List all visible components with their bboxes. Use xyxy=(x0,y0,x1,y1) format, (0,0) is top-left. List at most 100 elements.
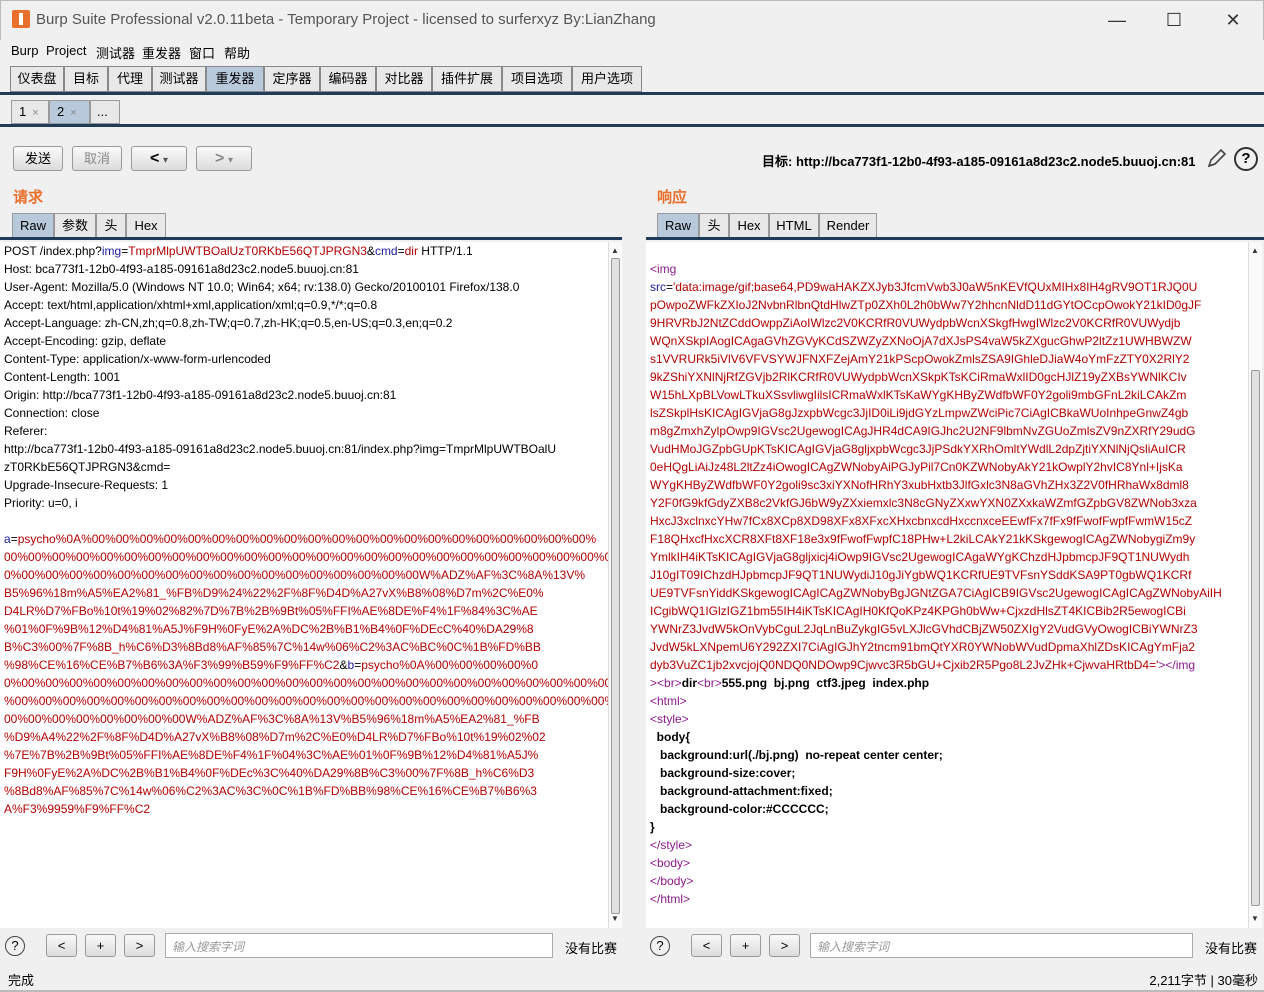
response-scroll-thumb[interactable] xyxy=(1251,370,1260,906)
request-line: 0%00%00%00%00%00%00%00%00%00%00%00%00%00… xyxy=(4,674,608,692)
response-editor[interactable]: <img src='data:image/gif;base64,PD9waHAKZ… xyxy=(646,242,1248,928)
request-tab-headers[interactable]: 头 xyxy=(96,213,126,238)
send-button[interactable]: 发送 xyxy=(13,146,63,171)
request-token: dir xyxy=(404,244,418,258)
tab-user-options[interactable]: 用户选项 xyxy=(572,66,642,92)
request-token: %D9%A4%22%2F%8F%D4D%A27vX%B8%08%D7m%2C%E… xyxy=(4,730,546,744)
response-tab-render[interactable]: Render xyxy=(819,213,877,238)
scroll-down-icon[interactable]: ▼ xyxy=(611,914,619,923)
response-token: W15hLXpBLVowLTkuXSsvliwgIilsICRmaWxlKTsK… xyxy=(650,388,1187,402)
response-line: WYgKHByZWdfbWF0Y2goli9sc3xiYXNofHRhY3xub… xyxy=(650,476,1248,494)
request-line: B%C3%00%7F%8B_h%C6%D3%8Bd8%AF%85%7C%14w%… xyxy=(4,638,608,656)
maximize-button[interactable]: ☐ xyxy=(1151,6,1197,34)
response-line: dyb3VuZC1jb2xvcjojQ0NDQ0NDOwp9Cjwvc3R5bG… xyxy=(650,656,1248,674)
tab-dashboard[interactable]: 仪表盘 xyxy=(10,66,64,92)
response-tab-html[interactable]: HTML xyxy=(769,213,819,238)
dropdown-icon[interactable]: ▾ xyxy=(228,155,233,166)
request-line: B5%96%18m%A5%EA2%81_%FB%D9%24%22%2F%8F%D… xyxy=(4,584,608,602)
response-tab-raw[interactable]: Raw xyxy=(657,213,699,238)
request-token: 0%00%00%00%00%00%00%00%00%00%00%00%00%00… xyxy=(4,568,586,582)
tab-intruder[interactable]: 测试器 xyxy=(152,66,206,92)
response-search-next-button[interactable]: > xyxy=(769,934,800,957)
close-tab-icon[interactable]: × xyxy=(70,107,76,119)
request-editor[interactable]: POST /index.php?img = TmprMlpUWTBOalUzT0RK… xyxy=(0,242,608,928)
response-line: JvdW5kLXNpemU6Y292ZXI7CiAgIGJhY2tncm91bm… xyxy=(650,638,1248,656)
tab-proxy[interactable]: 代理 xyxy=(108,66,152,92)
request-token: POST /index.php? xyxy=(4,244,102,258)
request-scrollbar[interactable]: ▲ ▼ xyxy=(608,242,622,928)
close-button[interactable]: ✕ xyxy=(1210,6,1256,34)
response-token: JvdW5kLXNpemU6Y292ZXI7CiAgIGJhY2tncm91bm… xyxy=(650,640,1196,654)
request-token: cmd xyxy=(374,244,398,258)
request-help-icon[interactable]: ? xyxy=(5,936,25,956)
response-search-input[interactable]: 输入搜索字词 xyxy=(810,933,1193,958)
request-line: Accept-Encoding: gzip, deflate xyxy=(4,332,608,350)
request-token: Accept: text/html,application/xhtml+xml,… xyxy=(4,298,378,312)
forward-button[interactable]: > ▾ xyxy=(196,146,252,171)
request-title: 请求 xyxy=(13,189,44,206)
response-line: <img xyxy=(650,260,1248,278)
back-button[interactable]: < ▾ xyxy=(131,146,187,171)
minimize-button[interactable]: — xyxy=(1094,6,1140,34)
response-line: } xyxy=(650,818,1248,836)
response-line: WQnXSkpIAogICAgaGVhZGVyKCdSZWZyZXNoOjA7d… xyxy=(650,332,1248,350)
panel-splitter[interactable] xyxy=(632,176,638,966)
request-search-input[interactable]: 输入搜索字词 xyxy=(165,933,553,958)
response-line xyxy=(650,242,1248,260)
response-tab-hex[interactable]: Hex xyxy=(729,213,769,238)
repeater-tab-1[interactable]: 1 × xyxy=(11,100,49,124)
response-token: body{ xyxy=(650,730,691,744)
scroll-up-icon[interactable]: ▲ xyxy=(1251,246,1259,255)
request-search-prev-button[interactable]: < xyxy=(46,934,77,957)
response-search-prev-button[interactable]: < xyxy=(691,934,722,957)
response-token: <br> xyxy=(697,676,722,690)
response-help-icon[interactable]: ? xyxy=(650,936,670,956)
response-token: 9HRVRbJ2NtZCddOwppZiAoIWlzc2V0KCRfR0VUWy… xyxy=(650,316,1181,330)
menu-burp[interactable]: Burp xyxy=(11,43,38,58)
tab-target[interactable]: 目标 xyxy=(64,66,108,92)
request-token: Upgrade-Insecure-Requests: 1 xyxy=(4,478,169,492)
request-line: A%F3%9959%F9%FF%C2 xyxy=(4,800,608,818)
response-search-add-button[interactable]: + xyxy=(730,934,761,957)
response-tabs-divider xyxy=(646,237,1264,240)
scroll-down-icon[interactable]: ▼ xyxy=(1251,914,1259,923)
request-search-add-button[interactable]: + xyxy=(85,934,116,957)
close-tab-icon[interactable]: × xyxy=(32,107,38,119)
request-token: 00%00%00%00%00%00%00%00%00%00%00%00%00%0… xyxy=(4,550,608,564)
menu-intruder[interactable]: 测试器 xyxy=(96,43,135,62)
request-scroll-thumb[interactable] xyxy=(611,258,620,914)
request-tab-raw[interactable]: Raw xyxy=(12,213,54,238)
tab-extender[interactable]: 插件扩展 xyxy=(432,66,502,92)
menu-help[interactable]: 帮助 xyxy=(224,43,250,62)
request-tab-params[interactable]: 参数 xyxy=(54,213,96,238)
menu-repeater[interactable]: 重发器 xyxy=(142,43,181,62)
repeater-tab-label: 2 xyxy=(57,104,65,119)
cancel-button[interactable]: 取消 xyxy=(72,146,122,171)
scroll-up-icon[interactable]: ▲ xyxy=(611,246,619,255)
tab-repeater[interactable]: 重发器 xyxy=(206,66,264,92)
response-line: body{ xyxy=(650,728,1248,746)
menu-window[interactable]: 窗口 xyxy=(189,43,215,62)
tab-decoder[interactable]: 编码器 xyxy=(320,66,376,92)
edit-target-icon[interactable] xyxy=(1206,147,1228,169)
menu-project[interactable]: Project xyxy=(46,43,86,58)
response-token: dyb3VuZC1jb2xvcjojQ0NDQ0NDOwp9Cjwvc3R5bG… xyxy=(650,658,1159,672)
request-token: B5%96%18m%A5%EA2%81_%FB%D9%24%22%2F%8F%D… xyxy=(4,586,544,600)
response-line: YmlkIH4iKTsKICAgIGVjaG8gljxicj4iOwp9IGVs… xyxy=(650,548,1248,566)
response-line: </style> xyxy=(650,836,1248,854)
tab-project-options[interactable]: 项目选项 xyxy=(502,66,572,92)
dropdown-icon[interactable]: ▾ xyxy=(163,155,168,166)
new-tab-button[interactable]: ... xyxy=(90,100,120,124)
menu-bar: Burp Project 测试器 重发器 窗口 帮助 xyxy=(0,40,1264,62)
response-line: 9kZShiYXNlNjRfZGVjb2RlKCRfR0VUWydpbWcnXS… xyxy=(650,368,1248,386)
repeater-tab-2[interactable]: 2 × xyxy=(49,100,90,124)
response-token: Y2F0fG9kfGdyZXB8c2VkfGJ6bW9yZXxiemxlc3N8… xyxy=(650,496,1197,510)
request-search-next-button[interactable]: > xyxy=(124,934,155,957)
request-token: %98%CE%16%CE%B7%B6%3A%F3%99%B59%F9%FF%C2 xyxy=(4,658,340,672)
response-tab-headers[interactable]: 头 xyxy=(699,213,729,238)
tab-sequencer[interactable]: 定序器 xyxy=(264,66,320,92)
response-scrollbar[interactable]: ▲ ▼ xyxy=(1248,242,1262,928)
request-tab-hex[interactable]: Hex xyxy=(126,213,166,238)
tab-comparer[interactable]: 对比器 xyxy=(376,66,432,92)
help-icon[interactable]: ? xyxy=(1234,147,1258,171)
